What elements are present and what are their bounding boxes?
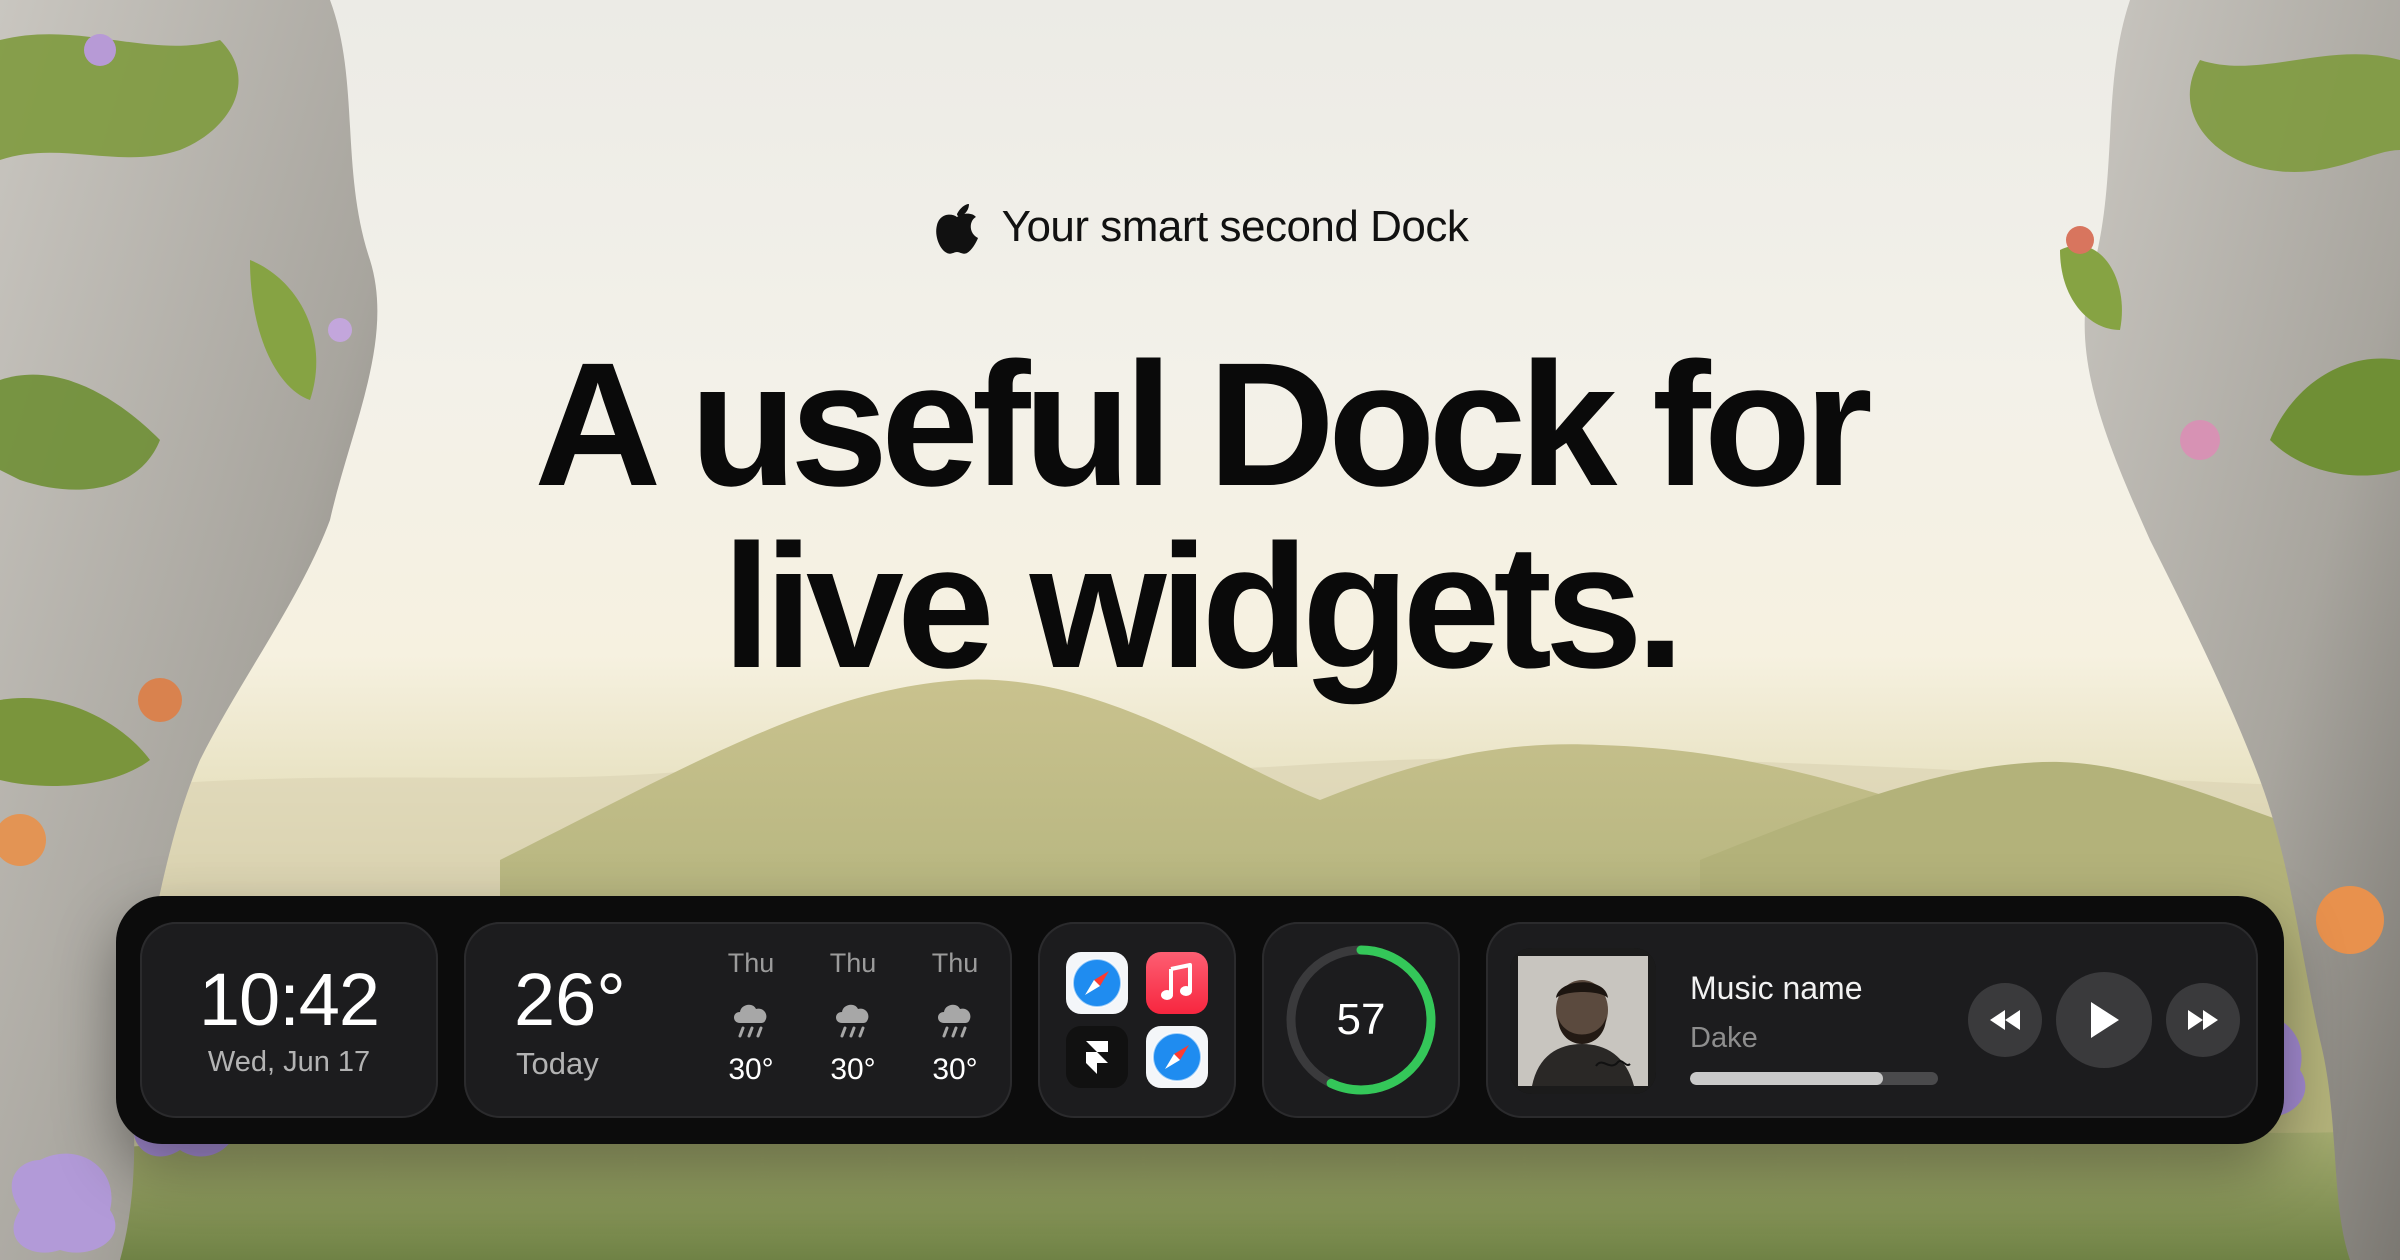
headline-line-1: A useful Dock for [534,327,1873,523]
music-app-icon[interactable] [1146,952,1208,1014]
music-player-widget: Music name Dake [1486,922,2258,1118]
track-progress-fill [1690,1072,1884,1085]
track-artist: Dake [1690,1022,1758,1054]
progress-ring-widget[interactable]: 57 [1262,922,1460,1118]
app-shortcuts-widget [1038,922,1236,1118]
track-progress-bar[interactable] [1690,1072,1938,1085]
forecast-day: Thu [727,948,775,978]
headline-line-2: live widgets. [722,509,1685,705]
clock-date: Wed, Jun 17 [207,1046,371,1078]
clock-time: 10:42 [198,958,380,1041]
rewind-button[interactable] [1968,983,2042,1057]
tagline: Your smart second Dock [1001,202,1469,251]
apple-logo-icon [935,204,978,254]
rain-cloud-icon [938,1004,971,1038]
weather-current-temp: 26° [514,958,626,1041]
rain-cloud-icon [734,1004,767,1038]
clock-widget[interactable]: 10:42 Wed, Jun 17 [140,922,438,1118]
fast-forward-icon [2188,1010,2218,1030]
page: Your smart second Dock A useful Dock for… [0,0,2400,1260]
rain-cloud-icon [836,1004,869,1038]
track-title: Music name [1690,970,1863,1006]
safari-app-icon[interactable] [1146,1026,1208,1088]
headline: A useful Dock for live widgets. [0,334,2400,698]
weather-widget[interactable]: 26° Today Thu 30° Thu 30° Thu 30° [464,922,1012,1118]
forecast-temp: 30° [932,1053,978,1086]
widget-dock: 10:42 Wed, Jun 17 26° Today Thu 30° Thu [116,896,2284,1144]
fast-forward-button[interactable] [2166,983,2240,1057]
ring-value: 57 [1336,995,1386,1044]
album-cover[interactable] [1510,948,1656,1094]
weather-today-label: Today [516,1046,599,1081]
forecast-day: Thu [931,948,979,978]
framer-app-icon[interactable] [1066,1026,1128,1088]
forecast-day: Thu [829,948,877,978]
forecast-temp: 30° [830,1053,876,1086]
rewind-icon [1990,1010,2020,1030]
forecast-temp: 30° [728,1053,774,1086]
forecast-item: Thu 30° [808,948,898,1087]
play-icon [2091,1002,2119,1038]
hero-tagline-row: Your smart second Dock [0,198,2400,256]
forecast-item: Thu 30° [706,948,796,1087]
forecast-item: Thu 30° [910,948,1000,1087]
play-button[interactable] [2056,972,2152,1068]
safari-app-icon[interactable] [1066,952,1128,1014]
